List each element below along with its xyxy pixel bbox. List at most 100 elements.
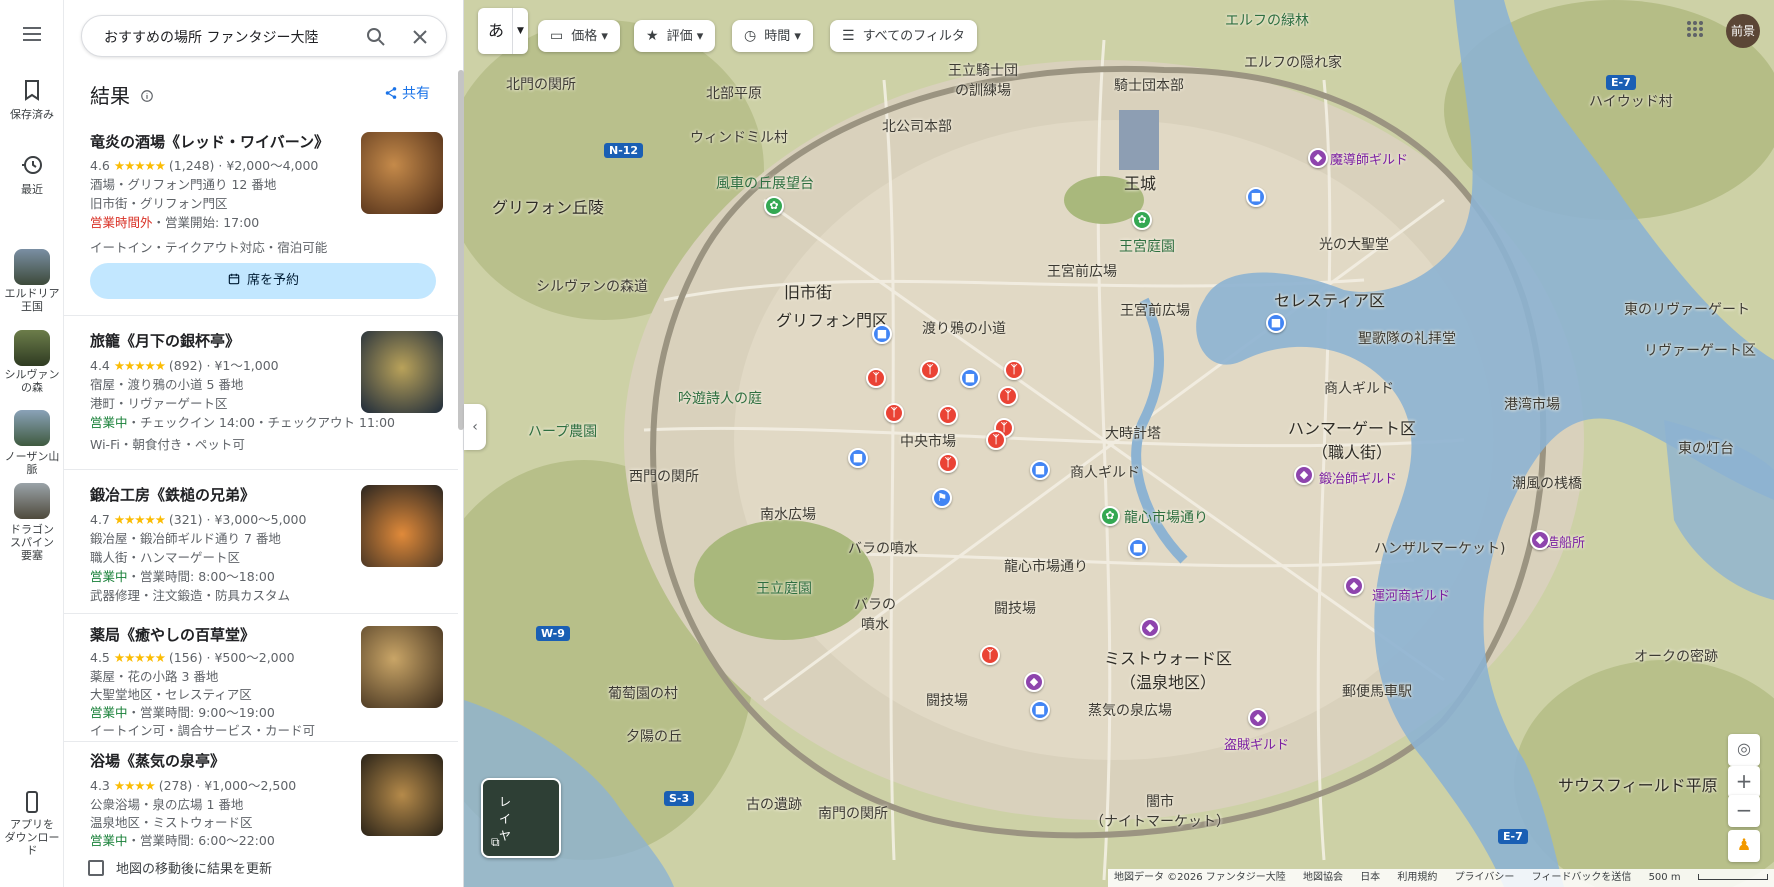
update-results-checkbox[interactable]: 地図の移動後に結果を更新 — [88, 858, 272, 877]
map-label-celestia[interactable]: セレスティア区 — [1274, 287, 1385, 311]
chevron-down-icon[interactable]: ▼ — [512, 8, 528, 54]
park-pin-icon[interactable]: ✿ — [1132, 210, 1152, 230]
park-pin-icon[interactable]: ✿ — [1100, 506, 1120, 526]
result-item[interactable]: 竜炎の酒場《レッド・ワイバーン》 4.6 ★★★★★ (1,248) · ¥2,… — [64, 116, 458, 316]
share-button[interactable]: 共有 — [384, 83, 430, 103]
map-label-royal-garden[interactable]: 王宮庭園 — [1119, 236, 1175, 256]
result-item[interactable]: 浴場《蒸気の泉亭》 4.3 ★★★★ (278) · ¥1,000～2,500 … — [64, 742, 458, 856]
account-avatar[interactable]: 前景 — [1726, 14, 1760, 48]
result-item[interactable]: 旅籠《月下の銀杯亭》 4.4 ★★★★★ (892) · ¥1～1,000 宿屋… — [64, 316, 458, 470]
map-label-night-market[interactable]: 闇市 （ナイトマーケット） — [1090, 791, 1230, 831]
map-label-griffon-gate[interactable]: グリフォン門区 — [776, 307, 888, 331]
map-label-dragon-street[interactable]: 龍心市場通り — [1124, 507, 1208, 527]
map-label-smith-guild[interactable]: 鍛冶師ギルド — [1319, 468, 1397, 487]
rating-filter-chip[interactable]: ★ 評価 ▾ — [634, 20, 716, 52]
park-pin-icon[interactable]: ✿ — [764, 196, 784, 216]
guild-pin-icon[interactable]: ◆ — [1248, 708, 1268, 728]
map-label-south-square[interactable]: 南水広場 — [760, 504, 816, 524]
ime-toggle[interactable]: あ ▼ — [478, 8, 528, 54]
map-label-sunset-hill[interactable]: 夕陽の丘 — [626, 726, 682, 746]
place-photo[interactable] — [361, 132, 443, 214]
restaurant-pin-icon[interactable]: ᛉ — [866, 368, 886, 388]
map-label-arena-2[interactable]: 闘技場 — [926, 690, 968, 710]
place-photo[interactable] — [361, 754, 443, 836]
guild-pin-icon[interactable]: ◆ — [1308, 148, 1328, 168]
hotel-pin-icon[interactable]: ■ — [1266, 313, 1286, 333]
download-app-button[interactable]: アプリを ダウンロード — [0, 790, 64, 857]
guild-pin-icon[interactable]: ◆ — [1024, 672, 1044, 692]
map-label-bard-garden[interactable]: 吟遊詩人の庭 — [678, 388, 762, 408]
country-link[interactable]: 日本 — [1360, 872, 1380, 883]
close-icon[interactable] — [408, 25, 432, 49]
result-item[interactable]: 鍛冶工房《鉄槌の兄弟》 4.7 ★★★★★ (321) · ¥3,000～5,0… — [64, 470, 458, 614]
map-label-rose-fountain[interactable]: バラの噴水 — [848, 538, 918, 558]
my-location-button[interactable]: ◎ — [1728, 734, 1760, 766]
guild-pin-icon[interactable]: ◆ — [1530, 530, 1550, 550]
map-label-east-rivergate[interactable]: 東のリヴァーゲート — [1624, 299, 1750, 319]
map-label-southfield[interactable]: サウスフィールド平原 — [1558, 772, 1718, 796]
map-label-north-plain[interactable]: 北部平原 — [706, 83, 762, 103]
map-label-port-market[interactable]: 港湾市場 — [1504, 394, 1560, 414]
guild-pin-icon[interactable]: ◆ — [1344, 576, 1364, 596]
place-thumb-dragonspine[interactable] — [14, 483, 50, 519]
place-name[interactable]: 浴場《蒸気の泉亭》 — [90, 750, 225, 771]
hotel-pin-icon[interactable]: ■ — [1128, 538, 1148, 558]
map-label-arena[interactable]: 闘技場 — [994, 598, 1036, 618]
place-thumb-eldoria[interactable] — [14, 249, 50, 285]
map-label-north-gate[interactable]: 北門の関所 — [506, 74, 576, 94]
price-filter-chip[interactable]: ▭ 価格 ▾ — [538, 20, 620, 52]
transit-pin-icon[interactable]: ⚑ — [932, 488, 952, 508]
zoom-out-button[interactable]: − — [1728, 795, 1760, 827]
map-label-knights-hq[interactable]: 騎士団本部 — [1114, 75, 1184, 95]
place-name[interactable]: 薬局《癒やしの百草堂》 — [90, 624, 255, 645]
hotel-pin-icon[interactable]: ■ — [872, 324, 892, 344]
map-label-elf-hidden[interactable]: エルフの隠れ家 — [1244, 52, 1342, 72]
restaurant-pin-icon[interactable]: ᛉ — [980, 645, 1000, 665]
map-label-oak-forest[interactable]: オークの密跡 — [1634, 646, 1718, 666]
place-thumb-sylvan[interactable] — [14, 330, 50, 366]
map-label-central-market[interactable]: 中央市場 — [900, 431, 956, 451]
map-label-royal-plaza-2[interactable]: 王宮前広場 — [1120, 300, 1190, 320]
checkbox-icon[interactable] — [88, 860, 104, 876]
hotel-pin-icon[interactable]: ■ — [848, 448, 868, 468]
recent-button[interactable]: 最近 — [0, 153, 64, 197]
map-label-merchant-guild[interactable]: 商人ギルド — [1324, 378, 1394, 398]
search-input[interactable]: おすすめの場所 ファンタジー大陸 — [104, 27, 318, 47]
map-label-crow-alley[interactable]: 渡り鴉の小道 — [922, 318, 1006, 338]
hotel-pin-icon[interactable]: ■ — [960, 368, 980, 388]
info-icon[interactable] — [140, 89, 154, 103]
all-filters-chip[interactable]: ☰ すべてのフィルタ — [830, 20, 977, 52]
map-label-tide-tower[interactable]: 潮風の桟橋 — [1512, 473, 1582, 493]
search-icon[interactable] — [364, 25, 388, 49]
map-label-hammergate[interactable]: ハンマーゲート区 （職人街） — [1288, 415, 1416, 463]
map-label-west-gate[interactable]: 西門の関所 — [629, 466, 699, 486]
search-box[interactable]: おすすめの場所 ファンタジー大陸 — [81, 15, 447, 57]
place-thumb-northern[interactable] — [14, 410, 50, 446]
map-label-mage-guild[interactable]: 魔導師ギルド — [1330, 149, 1408, 168]
apps-grid-icon[interactable] — [1686, 20, 1704, 38]
map-label-thief-guild[interactable]: 盗賊ギルド — [1224, 734, 1289, 753]
map-label-windmill[interactable]: ウィンドミル村 — [690, 127, 788, 147]
restaurant-pin-icon[interactable]: ᛉ — [920, 360, 940, 380]
map-label-north-hq[interactable]: 北公司本部 — [882, 116, 952, 136]
menu-button[interactable] — [0, 22, 64, 50]
collapse-panel-button[interactable]: ‹ — [464, 404, 486, 450]
place-name[interactable]: 旅籠《月下の銀杯亭》 — [90, 330, 240, 351]
map-label-shipyard[interactable]: 造船所 — [1546, 532, 1585, 551]
guild-pin-icon[interactable]: ◆ — [1294, 465, 1314, 485]
map-label-grand-clock[interactable]: 大時計塔 — [1105, 423, 1161, 443]
place-photo[interactable] — [361, 626, 443, 708]
map-label-canal-guild[interactable]: 運河商ギルド — [1372, 585, 1450, 604]
place-name[interactable]: 竜炎の酒場《レッド・ワイバーン》 — [90, 131, 329, 152]
reserve-button[interactable]: 席を予約 — [90, 263, 436, 299]
zoom-in-button[interactable]: + — [1728, 766, 1760, 798]
map-label-steam-square[interactable]: 蒸気の泉広場 — [1088, 700, 1172, 720]
saved-button[interactable]: 保存済み — [0, 78, 64, 122]
results-scrollbar[interactable] — [458, 70, 464, 430]
map-label-old-town[interactable]: 旧市街 — [784, 279, 832, 303]
map-label-castle[interactable]: 王城 — [1124, 170, 1156, 194]
place-name[interactable]: 鍛冶工房《鉄槌の兄弟》 — [90, 484, 255, 505]
map-label-south-gate[interactable]: 南門の関所 — [818, 803, 888, 823]
hotel-pin-icon[interactable]: ■ — [1030, 460, 1050, 480]
map-canvas[interactable]: エルフの緑林 エルフの隠れ家 ハイウッド村 北門の関所 北部平原 王立騎士団 の… — [464, 0, 1774, 887]
